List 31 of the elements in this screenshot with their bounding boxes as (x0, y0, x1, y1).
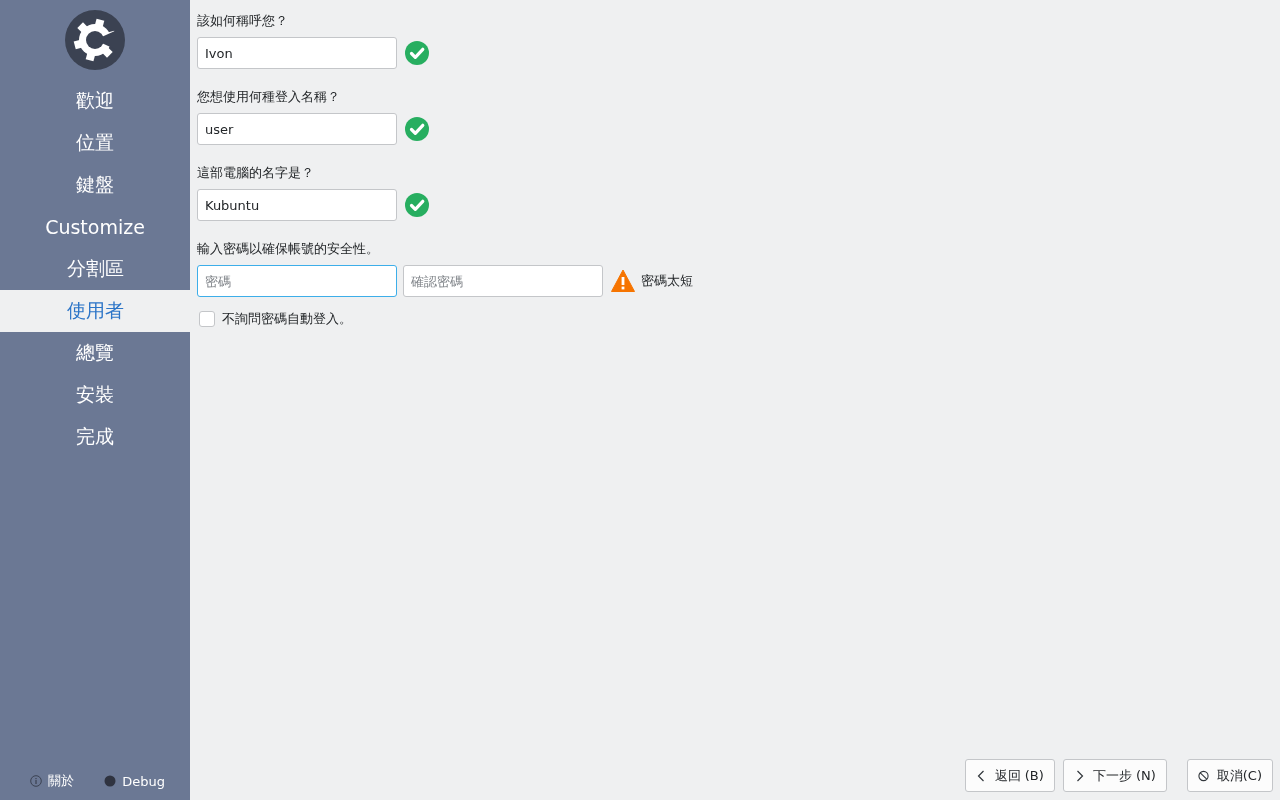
text-field[interactable]: Ivon (197, 37, 397, 69)
warning-message: 密碼太短 (641, 272, 693, 290)
password-field[interactable]: 確認密碼 (403, 265, 603, 297)
field-label: 這部電腦的名字是？ (197, 164, 315, 182)
password-field[interactable]: 密碼 (197, 265, 397, 297)
checkbox[interactable] (199, 311, 215, 327)
sidebar-item[interactable]: 安裝 (0, 374, 190, 416)
sidebar-item[interactable]: 鍵盤 (0, 164, 190, 206)
checkbox-label: 不詢問密碼自動登入。 (222, 310, 352, 328)
field-label: 該如何稱呼您？ (197, 12, 289, 30)
cancel-icon (1197, 769, 1209, 782)
field-label: 您想使用何種登入名稱？ (197, 88, 341, 106)
sidebar-item[interactable]: 分割區 (0, 248, 190, 290)
footer-link[interactable]: 關於 (48, 772, 75, 790)
back-button[interactable]: 返回 (B) (964, 759, 1055, 792)
sidebar-item[interactable]: 位置 (0, 122, 190, 164)
sidebar-item[interactable]: 完成 (0, 416, 190, 458)
field-label: 輸入密碼以確保帳號的安全性。 (197, 240, 380, 258)
info-icon (30, 775, 43, 787)
dot-icon (104, 775, 117, 787)
text-field[interactable]: Kubuntu (197, 189, 397, 221)
sidebar-item[interactable]: 總覽 (0, 332, 190, 374)
gear-logo-icon (65, 10, 125, 70)
footer-link[interactable]: Debug (122, 773, 165, 789)
chevron-left-icon (975, 769, 987, 782)
sidebar-item[interactable]: 歡迎 (0, 80, 190, 122)
cancel-button[interactable]: 取消(C) (1186, 759, 1273, 792)
sidebar-item[interactable]: 使用者 (0, 290, 190, 332)
sidebar-item[interactable]: Customize (0, 206, 190, 248)
text-field[interactable]: user (197, 113, 397, 145)
next-button[interactable]: 下一步 (N) (1062, 759, 1167, 792)
